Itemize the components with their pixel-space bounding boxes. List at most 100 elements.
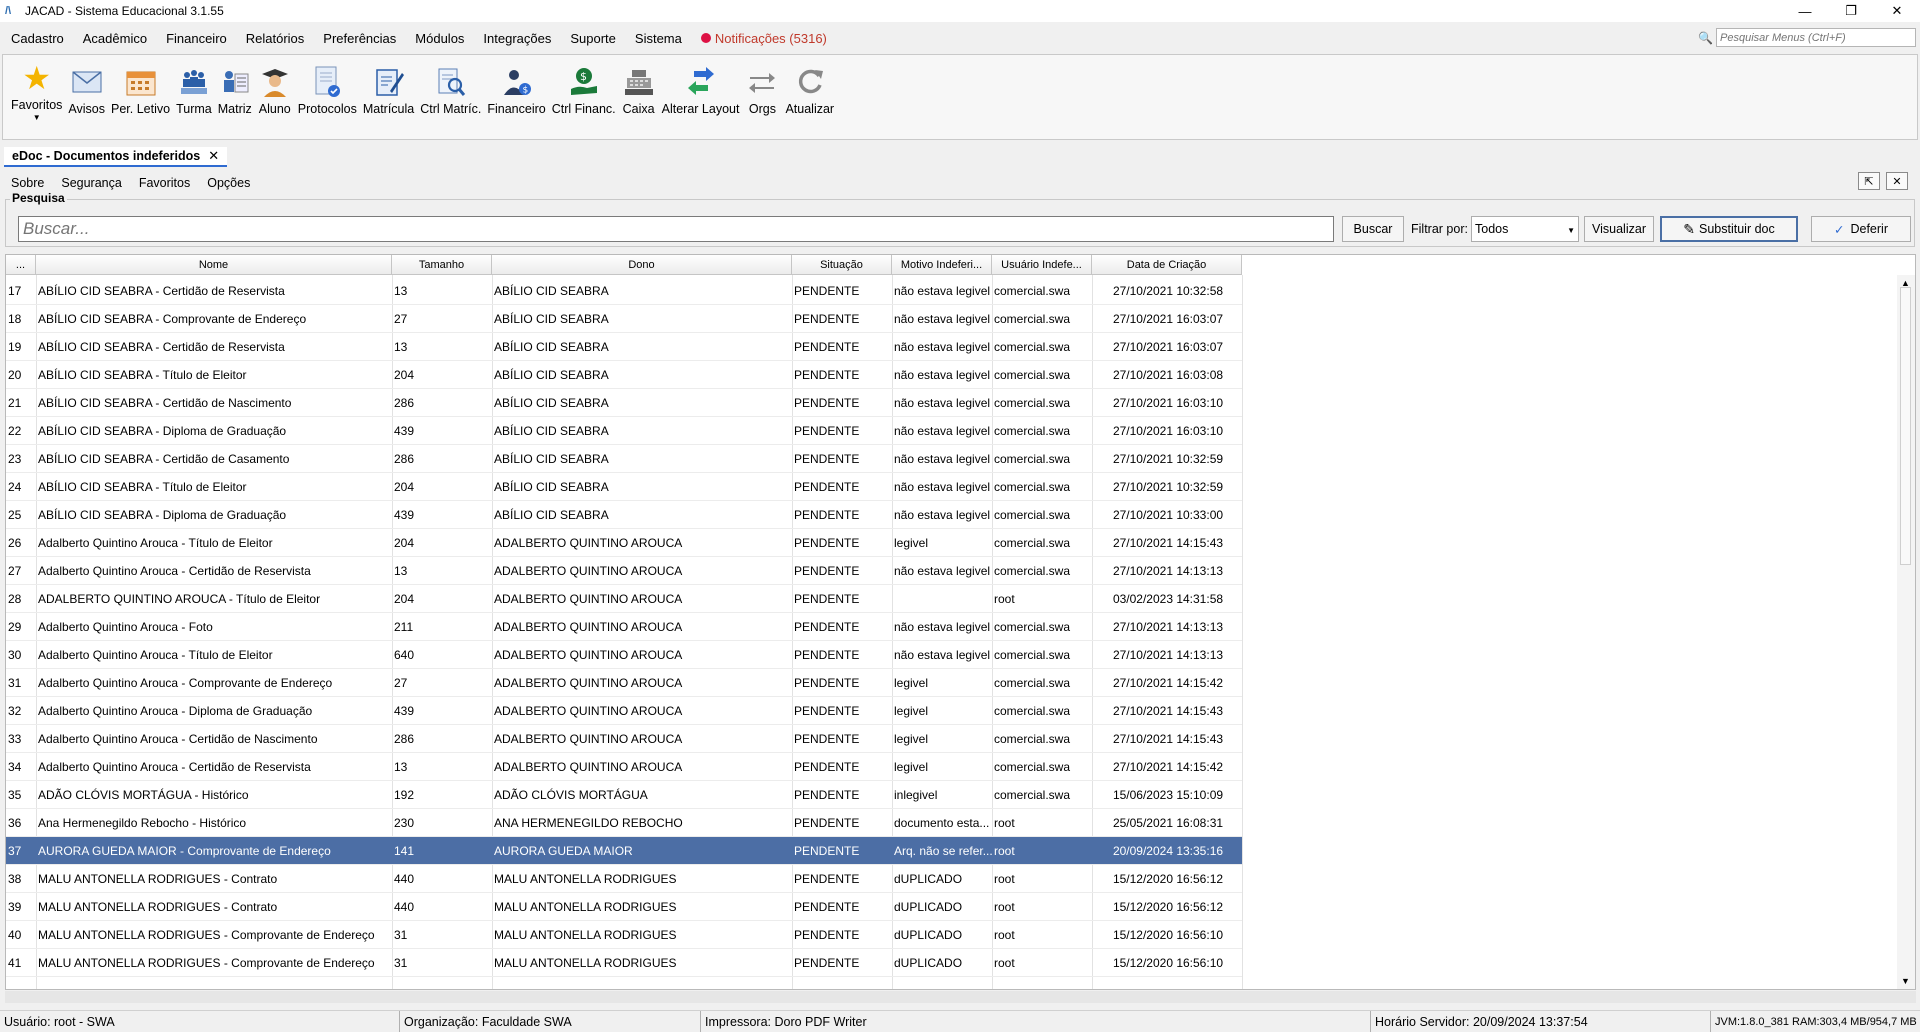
- menu-preferencias[interactable]: Preferências: [312, 31, 404, 46]
- table-row[interactable]: 24 ABÍLIO CID SEABRA - Título de Eleitor 2…: [6, 473, 1242, 501]
- menu-search: 🔍: [1698, 28, 1916, 47]
- cell-index: 39: [8, 900, 22, 914]
- horizontal-scrollbar[interactable]: [5, 991, 1916, 1003]
- cell-dono: MALU ANTONELLA RODRIGUES: [494, 928, 677, 942]
- cell-usuario: comercial.swa: [994, 536, 1071, 550]
- close-module-icon[interactable]: ✕: [1886, 172, 1908, 190]
- table-row[interactable]: 34 Adalberto Quintino Arouca - Certidão d…: [6, 753, 1242, 781]
- toolbar-ctrl-matric-button[interactable]: Ctrl Matríc.: [420, 55, 481, 116]
- cell-tamanho: 440: [394, 872, 415, 886]
- search-input[interactable]: [18, 216, 1334, 242]
- column-header-motivo[interactable]: Motivo Indeferi...: [892, 255, 992, 275]
- table-row[interactable]: 19 ABÍLIO CID SEABRA - Certidão de Reserv…: [6, 333, 1242, 361]
- toolbar-favoritos-button[interactable]: ★ Favoritos ▼: [11, 55, 62, 122]
- filter-select[interactable]: Todos ▼: [1471, 216, 1579, 242]
- cell-nome: ABÍLIO CID SEABRA - Comprovante de Ender…: [38, 312, 307, 326]
- menu-integracoes[interactable]: Integrações: [472, 31, 559, 46]
- table-row[interactable]: 26 Adalberto Quintino Arouca - Título de …: [6, 529, 1242, 557]
- search-panel: Pesquisa Buscar Filtrar por: Todos ▼ Vis…: [5, 191, 1915, 247]
- menu-suporte[interactable]: Suporte: [559, 31, 624, 46]
- submenu-favoritos[interactable]: Favoritos: [128, 176, 196, 190]
- toolbar-matricula-button[interactable]: Matrícula: [363, 55, 414, 116]
- menu-relatorios[interactable]: Relatórios: [235, 31, 313, 46]
- toolbar-alterar-layout-button[interactable]: Alterar Layout: [662, 55, 739, 116]
- close-window-icon[interactable]: ✕: [1874, 0, 1920, 22]
- toolbar-ctrl-financ-button[interactable]: $ Ctrl Financ.: [552, 55, 616, 116]
- table-row[interactable]: 32 Adalberto Quintino Arouca - Diploma de…: [6, 697, 1242, 725]
- cell-dono: ADALBERTO QUINTINO AROUCA: [494, 620, 683, 634]
- cell-dono: ABÍLIO CID SEABRA: [494, 480, 609, 494]
- scroll-down-icon[interactable]: ▼: [1901, 976, 1910, 986]
- restore-icon[interactable]: ❐: [1828, 0, 1874, 22]
- table-row[interactable]: 38 MALU ANTONELLA RODRIGUES - Contrato 440…: [6, 865, 1242, 893]
- table-row[interactable]: 41 MALU ANTONELLA RODRIGUES - Comprovante…: [6, 949, 1242, 977]
- table-row[interactable]: 35 ADÃO CLÓVIS MORTÁGUA - Histórico 192 ADÃ…: [6, 781, 1242, 809]
- toolbar-atualizar-button[interactable]: Atualizar: [785, 55, 834, 116]
- cell-motivo: não estava legivel: [894, 480, 991, 494]
- column-header-usuario[interactable]: Usuário Indefe...: [992, 255, 1092, 275]
- toolbar-financeiro-button[interactable]: $ Financeiro: [487, 55, 546, 116]
- cell-motivo: legivel: [894, 704, 929, 718]
- cell-motivo: não estava legivel: [894, 340, 991, 354]
- menu-notificacoes[interactable]: Notificações (5316): [690, 31, 835, 46]
- substituir-doc-button[interactable]: ✎ Substituir doc: [1660, 216, 1798, 242]
- table-row[interactable]: 17 ABÍLIO CID SEABRA - Certidão de Reserv…: [6, 277, 1242, 305]
- column-header-dono[interactable]: Dono: [492, 255, 792, 275]
- column-header-tamanho[interactable]: Tamanho: [392, 255, 492, 275]
- toolbar-per-letivo-button[interactable]: Per. Letivo: [111, 55, 170, 116]
- documents-table[interactable]: ... Nome Tamanho Dono Situação Motivo In…: [5, 254, 1916, 990]
- submenu-seguranca[interactable]: Segurança: [50, 176, 127, 190]
- toolbar-aluno-button[interactable]: Aluno: [258, 55, 292, 116]
- table-row[interactable]: 21 ABÍLIO CID SEABRA - Certidão de Nascim…: [6, 389, 1242, 417]
- close-tab-icon[interactable]: ✕: [208, 148, 219, 164]
- vertical-scrollbar[interactable]: ▲ ▼: [1897, 275, 1915, 989]
- cell-data: 15/12/2020 16:56:10: [1112, 956, 1224, 970]
- cell-index: 21: [8, 396, 22, 410]
- menu-sistema[interactable]: Sistema: [624, 31, 690, 46]
- toolbar-protocolos-button[interactable]: Protocolos: [298, 55, 357, 116]
- column-header-index[interactable]: ...: [6, 255, 36, 275]
- deferir-button[interactable]: ✓ Deferir: [1811, 216, 1911, 242]
- submenu-sobre[interactable]: Sobre: [0, 176, 50, 190]
- cell-usuario: comercial.swa: [994, 340, 1071, 354]
- table-row[interactable]: 37 AURORA GUEDA MAIOR - Comprovante de En…: [6, 837, 1242, 865]
- menu-modulos[interactable]: Módulos: [404, 31, 472, 46]
- tab-edoc-indeferidos[interactable]: eDoc - Documentos indeferidos ✕: [4, 147, 228, 167]
- visualizar-button[interactable]: Visualizar: [1584, 216, 1654, 242]
- table-row[interactable]: 27 Adalberto Quintino Arouca - Certidão d…: [6, 557, 1242, 585]
- table-row[interactable]: 40 MALU ANTONELLA RODRIGUES - Comprovante…: [6, 921, 1242, 949]
- column-header-data[interactable]: Data de Criação: [1092, 255, 1242, 275]
- table-row[interactable]: 25 ABÍLIO CID SEABRA - Diploma de Graduaç…: [6, 501, 1242, 529]
- table-row[interactable]: 30 Adalberto Quintino Arouca - Título de …: [6, 641, 1242, 669]
- table-row[interactable]: 23 ABÍLIO CID SEABRA - Certidão de Casame…: [6, 445, 1242, 473]
- cell-situacao: PENDENTE: [794, 284, 860, 298]
- scroll-thumb[interactable]: [1900, 287, 1911, 565]
- detach-window-icon[interactable]: ⇱: [1858, 172, 1880, 190]
- column-header-nome[interactable]: Nome: [36, 255, 392, 275]
- table-row[interactable]: 20 ABÍLIO CID SEABRA - Título de Eleitor 2…: [6, 361, 1242, 389]
- cell-tamanho: 439: [394, 704, 415, 718]
- column-header-situacao[interactable]: Situação: [792, 255, 892, 275]
- table-row[interactable]: 31 Adalberto Quintino Arouca - Comprovant…: [6, 669, 1242, 697]
- toolbar-matriz-button[interactable]: Matriz: [218, 55, 252, 116]
- toolbar-turma-button[interactable]: Turma: [176, 55, 212, 116]
- menu-search-input[interactable]: [1716, 28, 1916, 47]
- menu-academico[interactable]: Acadêmico: [72, 31, 155, 46]
- table-row[interactable]: 33 Adalberto Quintino Arouca - Certidão d…: [6, 725, 1242, 753]
- toolbar-orgs-button[interactable]: Orgs: [745, 55, 779, 116]
- menu-cadastro[interactable]: Cadastro: [0, 31, 72, 46]
- toolbar-caixa-button[interactable]: Caixa: [622, 55, 656, 116]
- status-printer: Impressora: Doro PDF Writer: [701, 1011, 1371, 1032]
- table-row[interactable]: 22 ABÍLIO CID SEABRA - Diploma de Graduaç…: [6, 417, 1242, 445]
- table-row[interactable]: 36 Ana Hermenegildo Rebocho - Histórico 23…: [6, 809, 1242, 837]
- table-row[interactable]: 39 MALU ANTONELLA RODRIGUES - Contrato 440…: [6, 893, 1242, 921]
- menu-financeiro[interactable]: Financeiro: [155, 31, 235, 46]
- toolbar-label: Favoritos: [11, 98, 63, 112]
- table-row[interactable]: 18 ABÍLIO CID SEABRA - Comprovante de End…: [6, 305, 1242, 333]
- buscar-button[interactable]: Buscar: [1342, 216, 1404, 242]
- toolbar-avisos-button[interactable]: Avisos: [68, 55, 105, 116]
- table-row[interactable]: 29 Adalberto Quintino Arouca - Foto 211 ADA…: [6, 613, 1242, 641]
- table-row[interactable]: 28 ADALBERTO QUINTINO AROUCA - Título de …: [6, 585, 1242, 613]
- submenu-opcoes[interactable]: Opções: [196, 176, 256, 190]
- minimize-icon[interactable]: —: [1782, 0, 1828, 22]
